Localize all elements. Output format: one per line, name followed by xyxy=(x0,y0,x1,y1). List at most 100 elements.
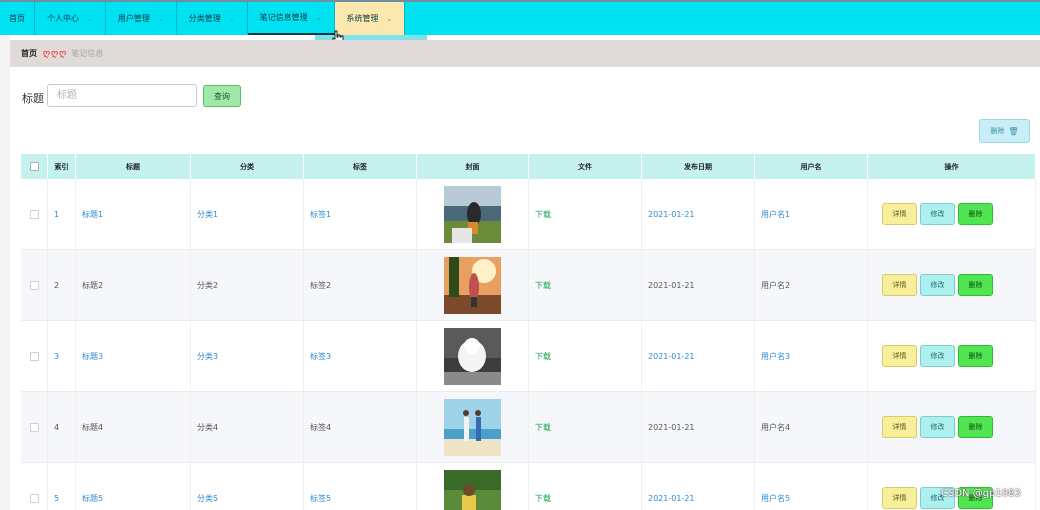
row-tag[interactable]: 标签3 xyxy=(304,321,417,391)
row-actions: 详情 修改 删除 xyxy=(868,392,1036,462)
breadcrumb: 首页 ღღღ 笔记信息 xyxy=(10,40,1040,67)
chevron-down-icon: ⌄ xyxy=(228,14,235,23)
header-cover: 封面 xyxy=(417,154,529,179)
table-row: 4 标题4 分类4 标签4 下载 2021-01-21 用户名4 详情 修改 删… xyxy=(21,392,1036,463)
detail-button[interactable]: 详情 xyxy=(882,345,917,367)
header-tag: 标签 xyxy=(304,154,417,179)
header-date: 发布日期 xyxy=(642,154,755,179)
edit-button[interactable]: 修改 xyxy=(920,416,955,438)
breadcrumb-current: 笔记信息 xyxy=(71,49,104,58)
row-title[interactable]: 标题3 xyxy=(76,321,191,391)
row-username[interactable]: 用户名4 xyxy=(755,392,868,462)
nav-item-home[interactable]: 首页 xyxy=(0,2,35,35)
delete-button[interactable]: 删除 xyxy=(958,274,993,296)
cover-image[interactable] xyxy=(444,185,501,243)
row-username[interactable]: 用户名2 xyxy=(755,250,868,320)
batch-delete-button[interactable]: 删除 🗑 xyxy=(979,119,1030,143)
row-index: 2 xyxy=(48,250,76,320)
header-category: 分类 xyxy=(191,154,304,179)
edit-button[interactable]: 修改 xyxy=(920,274,955,296)
row-check-cell xyxy=(21,250,48,320)
row-index: 4 xyxy=(48,392,76,462)
row-title[interactable]: 标题1 xyxy=(76,179,191,249)
row-title[interactable]: 标题4 xyxy=(76,392,191,462)
table-row: 5 标题5 分类5 标签5 下载 2021-01-21 用户名5 详情 修改 删… xyxy=(21,463,1036,510)
chevron-down-icon: ⌄ xyxy=(87,14,93,23)
table-header: 索引 标题 分类 标签 封面 文件 发布日期 用户名 操作 xyxy=(21,154,1036,179)
detail-button[interactable]: 详情 xyxy=(882,203,917,225)
query-button[interactable]: 查询 xyxy=(203,85,241,107)
row-tag[interactable]: 标签2 xyxy=(304,250,417,320)
row-index: 5 xyxy=(48,463,76,510)
row-checkbox[interactable] xyxy=(29,351,39,361)
delete-button[interactable]: 删除 xyxy=(958,416,993,438)
table-row: 1 标题1 分类1 标签1 下载 2021-01-21 用户名1 详情 修改 删… xyxy=(21,179,1036,250)
row-actions: 详情 修改 删除 xyxy=(868,179,1036,249)
row-cover-cell xyxy=(417,463,529,510)
delete-button[interactable]: 删除 xyxy=(958,345,993,367)
nav-item-system-management[interactable]: 系统管理 ⌄ xyxy=(334,2,406,35)
csdn-watermark: CSDN @gp1083 xyxy=(941,488,1021,499)
nav-item-note-management[interactable]: 笔记信息管理 ⌄ xyxy=(247,2,335,35)
row-file-download[interactable]: 下载 xyxy=(529,321,642,391)
nav-item-personal-center[interactable]: 个人中心 ⌄ xyxy=(35,2,106,35)
row-file-download[interactable]: 下载 xyxy=(529,179,642,249)
row-actions: 详情 修改 删除 xyxy=(868,321,1036,391)
row-title[interactable]: 标题2 xyxy=(76,250,191,320)
header-username: 用户名 xyxy=(755,154,868,179)
cover-image[interactable] xyxy=(444,469,501,510)
row-username[interactable]: 用户名3 xyxy=(755,321,868,391)
row-category[interactable]: 分类3 xyxy=(191,321,304,391)
header-file: 文件 xyxy=(529,154,642,179)
breadcrumb-home[interactable]: 首页 xyxy=(21,48,37,59)
select-all-checkbox[interactable] xyxy=(29,162,39,171)
trash-icon: 🗑 xyxy=(1008,126,1019,136)
row-checkbox[interactable] xyxy=(29,209,39,219)
cover-image[interactable] xyxy=(444,398,501,456)
edit-button[interactable]: 修改 xyxy=(920,203,955,225)
chevron-down-icon: ⌄ xyxy=(315,13,322,22)
row-checkbox[interactable] xyxy=(29,493,39,503)
row-tag[interactable]: 标签1 xyxy=(304,179,417,249)
row-username[interactable]: 用户名1 xyxy=(755,179,868,249)
delete-button[interactable]: 删除 xyxy=(958,203,993,225)
row-cover-cell xyxy=(417,392,529,462)
row-date: 2021-01-21 xyxy=(642,179,755,249)
header-title: 标题 xyxy=(76,154,191,179)
row-file-download[interactable]: 下载 xyxy=(529,392,642,462)
table-row: 3 标题3 分类3 标签3 下载 2021-01-21 用户名3 详情 修改 删… xyxy=(21,321,1036,392)
row-file-download[interactable]: 下载 xyxy=(529,250,642,320)
row-cover-cell xyxy=(417,179,529,249)
header-select-all[interactable] xyxy=(21,154,48,179)
nav-item-category-management[interactable]: 分类管理 ⌄ xyxy=(177,2,248,35)
nav-item-user-management[interactable]: 用户管理 ⌄ xyxy=(106,2,177,35)
search-input[interactable] xyxy=(47,84,197,107)
row-checkbox[interactable] xyxy=(29,422,39,432)
row-cover-cell xyxy=(417,250,529,320)
chevron-down-icon: ⌄ xyxy=(386,14,393,23)
row-category[interactable]: 分类1 xyxy=(191,179,304,249)
row-checkbox[interactable] xyxy=(29,280,39,290)
breadcrumb-separator-icon: ღღღ xyxy=(43,48,68,59)
detail-button[interactable]: 详情 xyxy=(882,487,917,509)
cover-image[interactable] xyxy=(444,327,501,385)
left-gutter xyxy=(0,35,10,510)
detail-button[interactable]: 详情 xyxy=(882,274,917,296)
row-check-cell xyxy=(21,179,48,249)
header-index: 索引 xyxy=(48,154,76,179)
row-category[interactable]: 分类2 xyxy=(191,250,304,320)
row-username[interactable]: 用户名5 xyxy=(755,463,868,510)
edit-button[interactable]: 修改 xyxy=(920,345,955,367)
row-file-download[interactable]: 下载 xyxy=(529,463,642,510)
top-nav: 首页 个人中心 ⌄ 用户管理 ⌄ 分类管理 ⌄ 笔记信息管理 ⌄ 系统管理 ⌄ xyxy=(0,0,1040,35)
row-date: 2021-01-21 xyxy=(642,392,755,462)
row-title[interactable]: 标题5 xyxy=(76,463,191,510)
row-category[interactable]: 分类5 xyxy=(191,463,304,510)
row-tag[interactable]: 标签5 xyxy=(304,463,417,510)
cover-image[interactable] xyxy=(444,256,501,314)
row-check-cell xyxy=(21,321,48,391)
detail-button[interactable]: 详情 xyxy=(882,416,917,438)
row-tag[interactable]: 标签4 xyxy=(304,392,417,462)
row-category[interactable]: 分类4 xyxy=(191,392,304,462)
row-check-cell xyxy=(21,463,48,510)
